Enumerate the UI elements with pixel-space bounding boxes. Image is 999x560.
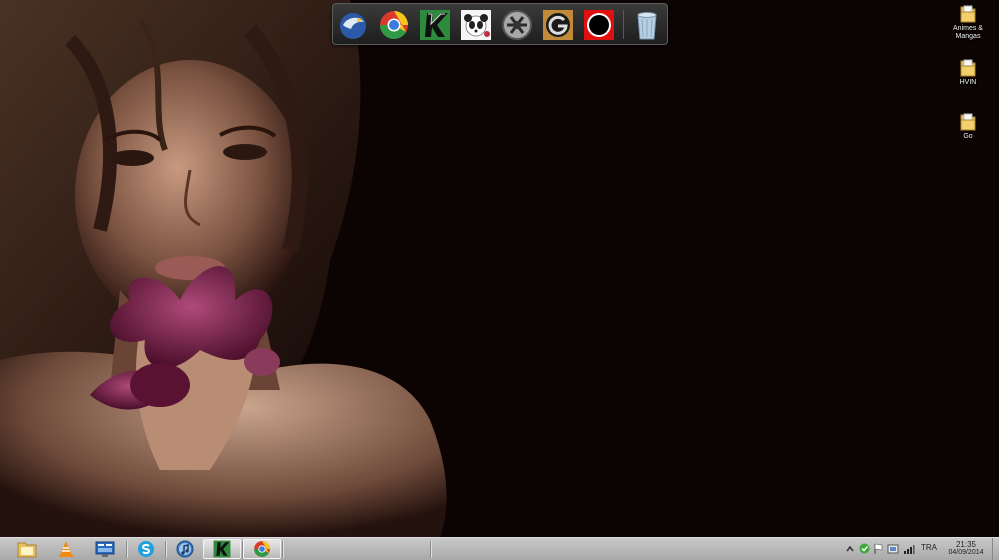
network-signal-icon[interactable] [903,543,915,555]
vlc-icon [59,541,73,557]
k-app-icon[interactable] [419,9,451,41]
desktop-folder-hvin[interactable]: HVIN [944,58,992,87]
dock-bar [332,3,668,45]
thunderbird-icon[interactable] [337,9,369,41]
show-hidden-icons-icon[interactable] [846,543,854,555]
security-check-icon[interactable] [859,543,870,554]
taskbar-separator [430,541,431,558]
file-explorer-icon [17,542,37,558]
desktop-folder-go[interactable]: Go [944,112,992,141]
clock[interactable]: 21:35 04/09/2014 [944,540,988,557]
folder-icon [960,113,976,131]
chrome-icon[interactable] [378,9,410,41]
red-ring-icon[interactable] [583,9,615,41]
taskbar-separator [282,541,283,558]
taskbar-file-explorer[interactable] [8,539,46,559]
taskbar-chrome[interactable] [243,539,281,559]
gear-app-icon[interactable] [501,9,533,41]
panda-icon[interactable] [460,9,492,41]
action-center-flag-icon[interactable] [873,543,884,555]
chrome-icon [254,541,270,557]
skype-icon [138,541,154,557]
desktop-folder-animes[interactable]: Animes & Mangas [944,4,992,41]
show-desktop-button[interactable] [992,538,999,560]
device-icon[interactable] [887,543,899,555]
desktop[interactable]: Animes & Mangas HVIN Go [0,0,999,537]
g-app-icon[interactable] [542,9,574,41]
taskbar-k-app[interactable] [203,539,241,559]
folder-icon [960,59,976,77]
k-app-icon [213,540,231,558]
clock-date: 04/09/2014 [948,549,984,556]
itunes-icon [176,540,194,558]
recycle-bin-icon[interactable] [631,9,663,41]
dock-separator [623,10,624,39]
taskbar-remote-desktop[interactable] [86,539,124,559]
taskbar-vlc[interactable] [47,539,85,559]
taskbar-itunes[interactable] [166,539,204,559]
taskbar-skype[interactable] [127,539,165,559]
clock-time: 21:35 [955,540,977,549]
taskbar: TRA 21:35 04/09/2014 [0,537,999,560]
desktop-icon-label: Go [963,133,973,140]
remote-desktop-icon [95,541,115,557]
desktop-icon-label: HVIN [959,79,977,86]
input-language-indicator[interactable]: TRA [921,543,937,552]
wallpaper-image [0,0,999,537]
desktop-icon-label: Animes & Mangas [953,25,983,40]
folder-icon [960,5,976,23]
